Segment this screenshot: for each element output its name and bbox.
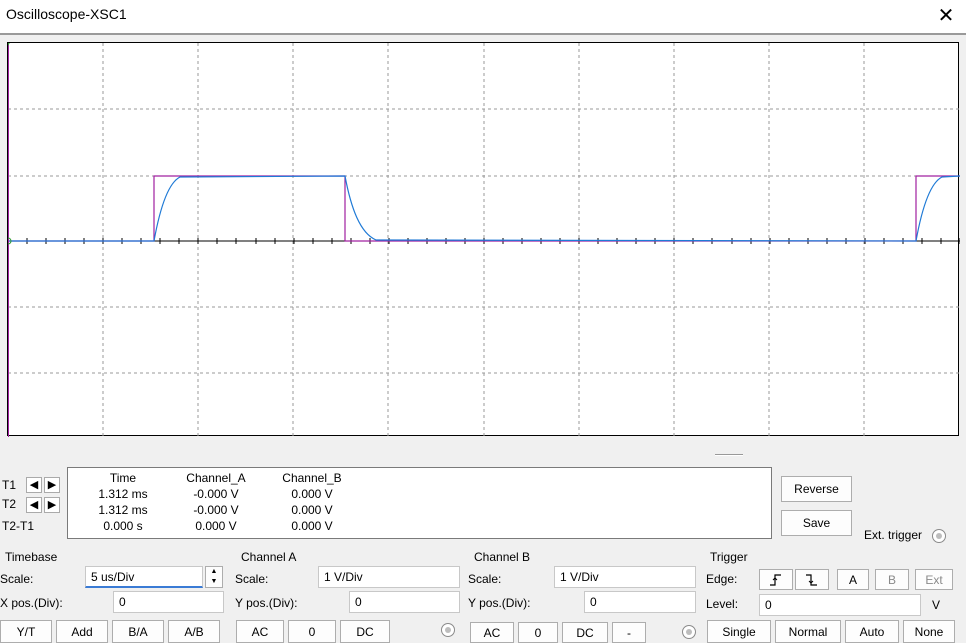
trigger-edge-label: Edge: xyxy=(706,572,738,586)
channel-a-dc-button[interactable]: DC xyxy=(340,620,390,643)
rising-edge-icon xyxy=(770,573,781,586)
timebase-scale-label: Scale: xyxy=(0,572,34,586)
trigger-single-button[interactable]: Single xyxy=(707,620,771,643)
t1-label: T1 xyxy=(2,478,17,492)
channel-b-terminal[interactable] xyxy=(682,625,696,639)
timebase-scale-field[interactable]: 5 us/Div xyxy=(85,566,203,588)
table-cell: 0.000 V xyxy=(195,519,237,533)
timebase-xpos-label: X pos.(Div): xyxy=(0,596,63,610)
trigger-source-b-button[interactable]: B xyxy=(875,569,909,590)
falling-edge-icon xyxy=(806,573,817,586)
channel-a-title: Channel A xyxy=(241,550,297,564)
t2-right-button[interactable]: ▶ xyxy=(44,497,60,513)
measurement-readout: Time Channel_A Channel_B 1.312 ms -0.000… xyxy=(67,467,772,539)
falling-edge-button[interactable] xyxy=(795,569,829,590)
spin-up-icon[interactable]: ▲ xyxy=(206,567,222,577)
table-cell: -0.000 V xyxy=(193,487,239,501)
ab-button[interactable]: A/B xyxy=(168,620,220,643)
rising-edge-button[interactable] xyxy=(759,569,793,590)
channel-b-scale-label: Scale: xyxy=(468,572,502,586)
arrow-left-icon: ◀ xyxy=(29,478,39,491)
channel-b-scale-field[interactable]: 1 V/Div xyxy=(554,566,696,588)
reverse-button[interactable]: Reverse xyxy=(781,476,852,502)
table-cell: 1.312 ms xyxy=(98,503,148,517)
table-cell: 0.000 V xyxy=(291,487,333,501)
readout-header-row: Time Channel_A Channel_B xyxy=(78,470,360,486)
trigger-auto-button[interactable]: Auto xyxy=(845,620,899,643)
channel-a-scale-field[interactable]: 1 V/Div xyxy=(318,566,460,588)
title-separator xyxy=(0,33,966,35)
timebase-title: Timebase xyxy=(5,550,58,564)
channel-a-scale-label: Scale: xyxy=(235,572,269,586)
trigger-title: Trigger xyxy=(710,550,748,564)
t1-left-button[interactable]: ◀ xyxy=(26,477,42,493)
ext-trigger-terminal[interactable] xyxy=(932,529,946,543)
channel-b-ypos-field[interactable]: 0 xyxy=(584,591,696,613)
trigger-level-field[interactable]: 0 xyxy=(759,594,921,616)
trigger-source-ext-button[interactable]: Ext xyxy=(915,569,953,590)
table-cell: 0.000 s xyxy=(103,519,143,533)
timebase-xpos-field[interactable]: 0 xyxy=(113,591,224,613)
window-title: Oscilloscope-XSC1 xyxy=(6,6,127,22)
channel-b-ac-button[interactable]: AC xyxy=(470,622,514,643)
save-button[interactable]: Save xyxy=(781,510,852,536)
oscilloscope-screen[interactable] xyxy=(7,42,960,437)
channel-a-zero-button[interactable]: 0 xyxy=(288,620,336,643)
t2-left-button[interactable]: ◀ xyxy=(26,497,42,513)
t1-right-button[interactable]: ▶ xyxy=(44,477,60,493)
t2-label: T2 xyxy=(2,497,17,511)
table-cell: -0.000 V xyxy=(193,503,239,517)
yt-button[interactable]: Y/T xyxy=(0,620,52,643)
channel-b-invert-button[interactable]: - xyxy=(612,622,646,643)
arrow-left-icon: ◀ xyxy=(29,498,39,511)
title-bar: Oscilloscope-XSC1 ✕ xyxy=(0,0,966,33)
channel-a-ac-button[interactable]: AC xyxy=(236,620,284,643)
close-icon: ✕ xyxy=(937,4,955,27)
channel-b-zero-button[interactable]: 0 xyxy=(518,622,558,643)
t2t1-label: T2-T1 xyxy=(2,519,35,533)
table-cell: 1.312 ms xyxy=(98,487,148,501)
arrow-right-icon: ▶ xyxy=(47,498,57,511)
readout-row-t1: 1.312 ms -0.000 V 0.000 V xyxy=(78,486,360,502)
channel-b-dc-button[interactable]: DC xyxy=(562,622,608,643)
header-channel-a: Channel_A xyxy=(186,471,246,485)
trigger-normal-button[interactable]: Normal xyxy=(775,620,841,643)
spin-down-icon[interactable]: ▼ xyxy=(206,577,222,587)
close-button[interactable]: ✕ xyxy=(926,0,966,30)
channel-a-ypos-field[interactable]: 0 xyxy=(349,591,460,613)
ba-button[interactable]: B/A xyxy=(112,620,164,643)
trigger-none-button[interactable]: None xyxy=(903,620,955,643)
trigger-level-unit: V xyxy=(932,598,941,612)
channel-a-terminal[interactable] xyxy=(441,623,455,637)
timebase-scale-spinner[interactable]: ▲ ▼ xyxy=(205,566,223,588)
channel-b-ypos-label: Y pos.(Div): xyxy=(468,596,531,610)
channel-b-title: Channel B xyxy=(474,550,531,564)
header-channel-b: Channel_B xyxy=(282,471,342,485)
header-time: Time xyxy=(109,471,137,485)
trigger-source-a-button[interactable]: A xyxy=(837,569,869,590)
trigger-level-label: Level: xyxy=(706,597,739,611)
table-cell: 0.000 V xyxy=(291,503,333,517)
channel-a-ypos-label: Y pos.(Div): xyxy=(235,596,298,610)
scope-display xyxy=(8,43,960,437)
table-cell: 0.000 V xyxy=(291,519,333,533)
ext-trigger-label: Ext. trigger xyxy=(864,528,923,542)
add-button[interactable]: Add xyxy=(56,620,108,643)
splitter-grip[interactable] xyxy=(715,454,743,456)
readout-row-t2t1: 0.000 s 0.000 V 0.000 V xyxy=(78,518,360,534)
readout-row-t2: 1.312 ms -0.000 V 0.000 V xyxy=(78,502,360,518)
readout-table: Time Channel_A Channel_B 1.312 ms -0.000… xyxy=(78,470,360,534)
arrow-right-icon: ▶ xyxy=(47,478,57,491)
